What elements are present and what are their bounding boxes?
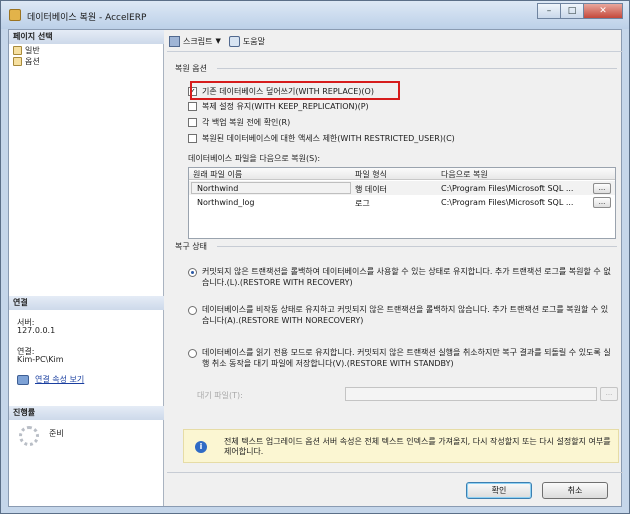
- connection-value: Kim-PC\Kim: [17, 355, 64, 364]
- help-icon: [228, 35, 240, 47]
- chevron-down-icon[interactable]: ▼: [215, 37, 220, 45]
- info-text: 전체 텍스트 업그레이드 옵션 서버 속성은 전체 텍스트 인덱스를 가져올지,…: [224, 437, 611, 456]
- cancel-button[interactable]: 취소: [542, 482, 608, 499]
- highlight-box: [190, 81, 400, 100]
- left-pane: 페이지 선택 일반 옵션 연결 서버: 127.0.0.1 연결: Kim-PC…: [9, 30, 164, 506]
- page-select-header: 페이지 선택: [9, 30, 164, 44]
- prompt-before-restore-label: 각 백업 복원 전에 확인(R): [202, 118, 291, 127]
- help-button[interactable]: 도움말: [228, 35, 265, 47]
- keep-replication-checkbox[interactable]: 복제 설정 유지(WITH KEEP_REPLICATION)(P): [188, 101, 369, 112]
- maximize-button[interactable]: □: [560, 3, 584, 19]
- checkbox-icon[interactable]: [188, 102, 197, 111]
- restore-path-cell[interactable]: C:\Program Files\Microsoft SQL ...: [441, 184, 573, 193]
- title-bar: 데이터베이스 복원 - AccelERP – □ ✕: [1, 1, 629, 29]
- page-icon: [13, 57, 22, 66]
- recovery-option-norecovery[interactable]: 데이터베이스를 비작동 상태로 유지하고 커밋되지 않은 트랜잭션을 롤백하지 …: [188, 304, 612, 326]
- page-item-options-label: 옵션: [25, 57, 40, 66]
- script-icon: [169, 35, 180, 47]
- recovery-option-norecovery-label: 데이터베이스를 비작동 상태로 유지하고 커밋되지 않은 트랜잭션을 롤백하지 …: [202, 305, 609, 325]
- toolbar-divider: [167, 51, 623, 52]
- progress-spinner-icon: [19, 426, 39, 446]
- server-value: 127.0.0.1: [17, 326, 56, 335]
- progress-status: 준비: [49, 429, 64, 438]
- window-controls: – □ ✕: [537, 3, 623, 19]
- column-header-restore-as[interactable]: 다음으로 복원: [441, 169, 488, 180]
- keep-replication-label: 복제 설정 유지(WITH KEEP_REPLICATION)(P): [202, 102, 369, 111]
- restore-options-divider: [217, 68, 617, 69]
- radio-selected-icon[interactable]: [188, 268, 197, 277]
- restore-database-dialog: 데이터베이스 복원 - AccelERP – □ ✕ 페이지 선택 일반 옵션 …: [0, 0, 630, 514]
- window-title: 데이터베이스 복원 - AccelERP: [27, 13, 147, 23]
- connection-properties-icon: [17, 374, 29, 385]
- column-header-original-name[interactable]: 원래 파일 이름: [193, 169, 242, 180]
- footer-divider: [167, 472, 623, 473]
- checkbox-icon[interactable]: [188, 134, 197, 143]
- browse-button[interactable]: ...: [593, 197, 611, 208]
- restricted-user-checkbox[interactable]: 복원된 데이터베이스에 대한 액세스 제한(WITH RESTRICTED_US…: [188, 133, 455, 144]
- view-connection-properties-link[interactable]: 연결 속성 보기: [35, 374, 84, 385]
- file-type-cell: 행 데이터: [355, 185, 387, 194]
- radio-icon[interactable]: [188, 306, 197, 315]
- column-header-file-type[interactable]: 파일 형식: [355, 169, 387, 180]
- page-item-general-label: 일반: [25, 46, 40, 55]
- script-button[interactable]: 스크립트 ▼: [169, 35, 221, 47]
- connection-header: 연결: [9, 296, 164, 310]
- database-icon: [9, 9, 21, 21]
- standby-file-label: 대기 파일(T):: [197, 391, 243, 400]
- info-icon: i: [195, 441, 207, 453]
- page-item-options[interactable]: 옵션: [13, 56, 40, 67]
- radio-icon[interactable]: [188, 349, 197, 358]
- script-label: 스크립트: [183, 36, 213, 46]
- prompt-before-restore-checkbox[interactable]: 각 백업 복원 전에 확인(R): [188, 117, 290, 128]
- standby-browse-button[interactable]: ...: [600, 387, 618, 401]
- dialog-body: 페이지 선택 일반 옵션 연결 서버: 127.0.0.1 연결: Kim-PC…: [8, 29, 623, 507]
- recovery-state-divider: [217, 246, 617, 247]
- view-connection-properties[interactable]: 연결 속성 보기: [17, 374, 84, 385]
- help-label: 도움말: [242, 36, 265, 46]
- close-button[interactable]: ✕: [583, 3, 623, 19]
- restricted-user-label: 복원된 데이터베이스에 대한 액세스 제한(WITH RESTRICTED_US…: [202, 134, 455, 143]
- file-name-cell: Northwind: [197, 184, 239, 193]
- browse-button[interactable]: ...: [593, 183, 611, 194]
- page-icon: [13, 46, 22, 55]
- ok-button[interactable]: 확인: [466, 482, 532, 499]
- recovery-state-title: 복구 상태: [175, 242, 207, 251]
- minimize-button[interactable]: –: [537, 3, 561, 19]
- toolbar: 스크립트 ▼ 도움말: [169, 32, 273, 50]
- standby-file-input[interactable]: [345, 387, 597, 401]
- recovery-option-standby[interactable]: 데이터베이스를 읽기 전용 모드로 유지합니다. 커밋되지 않은 트랜잭션 실행…: [188, 347, 612, 369]
- file-name-cell: Northwind_log: [197, 198, 255, 207]
- page-item-general[interactable]: 일반: [13, 45, 40, 56]
- grid-header: 원래 파일 이름 파일 형식 다음으로 복원: [189, 168, 615, 180]
- restore-files-label: 데이터베이스 파일을 다음으로 복원(S):: [188, 154, 321, 163]
- file-type-cell: 로그: [355, 199, 370, 208]
- recovery-option-recovery[interactable]: 커밋되지 않은 트랜잭션을 롤백하여 데이터베이스를 사용할 수 있는 상태로 …: [188, 266, 612, 288]
- progress-header: 진행률: [9, 406, 164, 420]
- restore-path-cell[interactable]: C:\Program Files\Microsoft SQL ...: [441, 198, 573, 207]
- checkbox-icon[interactable]: [188, 118, 197, 127]
- info-banner: i 전체 텍스트 업그레이드 옵션 서버 속성은 전체 텍스트 인덱스를 가져올…: [183, 429, 619, 463]
- restore-options-title: 복원 옵션: [175, 64, 207, 73]
- recovery-option-standby-label: 데이터베이스를 읽기 전용 모드로 유지합니다. 커밋되지 않은 트랜잭션 실행…: [202, 348, 611, 368]
- recovery-option-recovery-label: 커밋되지 않은 트랜잭션을 롤백하여 데이터베이스를 사용할 수 있는 상태로 …: [202, 267, 611, 287]
- restore-files-grid: 원래 파일 이름 파일 형식 다음으로 복원 Northwind 행 데이터 C…: [188, 167, 616, 239]
